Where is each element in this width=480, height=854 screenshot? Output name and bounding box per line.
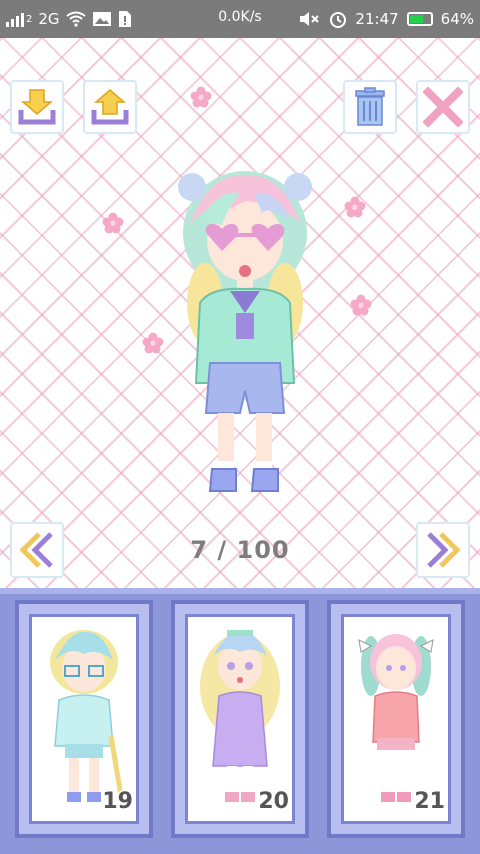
save-button[interactable] [10, 80, 64, 134]
load-button[interactable] [83, 80, 137, 134]
status-left: 2 2G [6, 6, 132, 32]
character-thumbnail [50, 630, 124, 802]
slot-number: 19 [102, 789, 133, 814]
status-right: 21:47 64% [299, 6, 474, 32]
trash-icon [355, 87, 385, 126]
flower-decoration [102, 212, 124, 234]
editor-canvas: 7 / 100 [0, 38, 480, 588]
character-slot[interactable]: 19 [15, 600, 153, 838]
network-type: 2G [38, 10, 60, 28]
network-speed: 0.0K/s [218, 9, 262, 25]
slot-number: 20 [258, 789, 289, 814]
delete-button[interactable] [343, 80, 397, 134]
status-bar: 2 2G 0.0K/s 21:47 64% [0, 0, 480, 38]
character-slot[interactable]: 21 [327, 600, 465, 838]
signal-icon [6, 11, 24, 27]
close-icon [423, 87, 463, 127]
download-icon [18, 89, 56, 125]
slot-number: 21 [414, 789, 445, 814]
wifi-icon [65, 11, 86, 27]
battery-percent: 64% [440, 10, 474, 28]
mute-icon [300, 12, 320, 26]
character-tray: 19 20 21 [0, 588, 480, 854]
page-counter: 7 / 100 [190, 536, 290, 564]
character-preview [178, 171, 312, 492]
character-thumbnail [200, 630, 280, 802]
previous-button[interactable] [10, 522, 64, 578]
sim-label: 2 [26, 13, 33, 25]
battery-icon [406, 12, 433, 26]
clock-time: 21:47 [355, 10, 399, 28]
next-button[interactable] [416, 522, 470, 578]
flower-decoration [190, 86, 212, 108]
tray-divider [0, 588, 480, 594]
sd-card-icon [118, 11, 131, 27]
character-slot[interactable]: 20 [171, 600, 309, 838]
character-thumbnail [358, 634, 434, 802]
flower-decoration [350, 294, 372, 316]
flower-decoration [344, 196, 366, 218]
upload-icon [91, 89, 129, 125]
double-chevron-right-icon [427, 532, 461, 568]
alarm-icon [330, 12, 347, 28]
double-chevron-left-icon [19, 532, 53, 568]
image-icon [92, 12, 111, 26]
flower-decoration [142, 332, 164, 354]
close-button[interactable] [416, 80, 470, 134]
